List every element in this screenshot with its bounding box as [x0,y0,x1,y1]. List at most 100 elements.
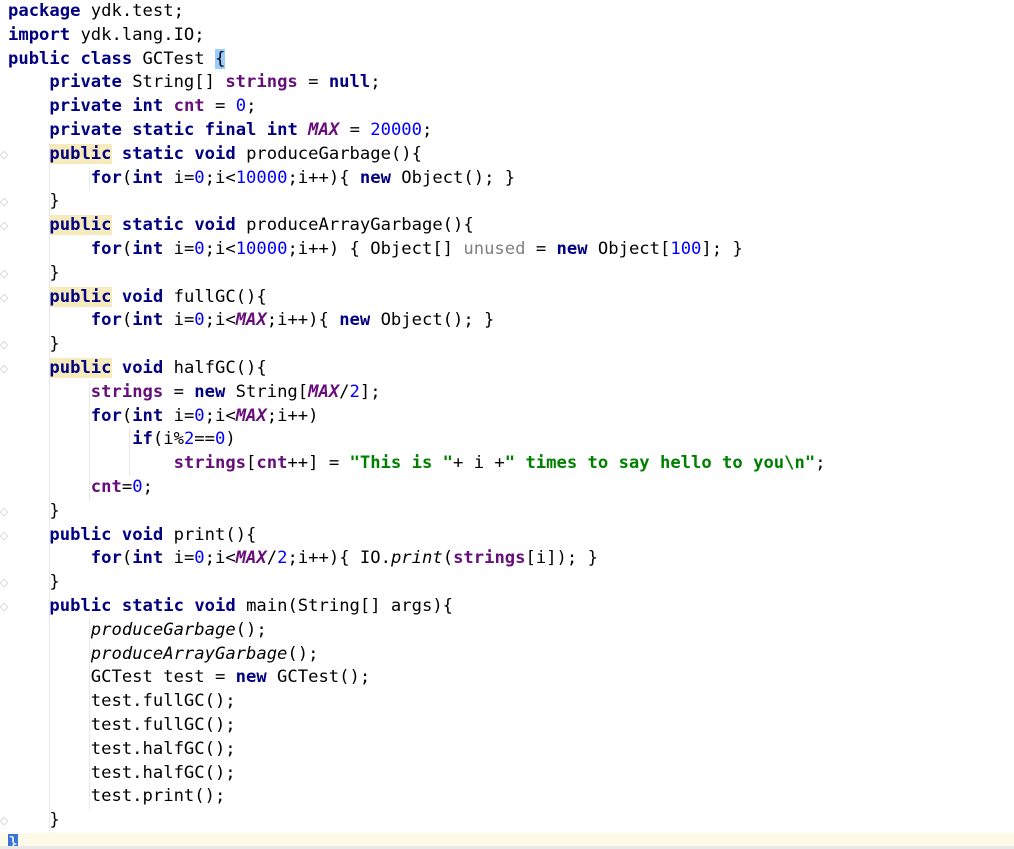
code-line[interactable]: } [0,809,1014,833]
code-token: ;i< [204,239,236,259]
code-token: new [194,381,226,402]
code-line[interactable]: test.halfGC(); [0,762,1014,786]
code-line[interactable]: public static void produceGarbage(){ [0,143,1014,167]
code-token: [i]); } [525,548,598,569]
code-line[interactable]: cnt=0; [0,476,1014,500]
code-token: i= [163,548,195,569]
code-line[interactable]: public void halfGC(){ [0,357,1014,381]
code-line[interactable]: if(i%2==0) [0,428,1014,452]
code-line[interactable]: } [0,333,1014,357]
code-token: static [121,143,184,164]
code-line[interactable]: public void print(){ [0,524,1014,548]
code-token: strings [225,72,298,93]
code-token: / [266,548,278,569]
code-token: String[ [225,381,309,402]
code-line[interactable]: produceGarbage(); [0,619,1014,643]
code-token: public [49,596,112,616]
code-token: MAX [308,381,340,402]
code-token: "This is " [349,453,453,474]
code-line[interactable]: } [0,571,1014,595]
code-token: test.fullGC(); [8,715,236,735]
code-line[interactable]: public static void main(String[] args){ [0,595,1014,619]
code-token: ydk.lang.IO; [70,24,205,45]
code-token: strings [173,453,247,474]
code-token: static [121,596,184,616]
code-token: 0 [194,167,205,188]
code-token: GCTest test = [8,667,236,688]
code-token: produceArrayGarbage [90,643,288,664]
code-line[interactable]: for(int i=0;i<MAX;i++) [0,405,1014,429]
code-token: ( [121,239,133,259]
code-token: ( [121,548,133,569]
code-line[interactable]: private static final int MAX = 20000; [0,119,1014,143]
code-token: } [8,810,60,831]
code-token: ( [121,310,133,331]
code-line[interactable]: strings[cnt++] = "This is "+ i +" times … [0,452,1014,476]
code-token: ++] = [287,453,350,474]
code-token: = [121,477,133,497]
code-token: = [525,239,557,259]
code-line[interactable]: for(int i=0;i<MAX;i++){ new Object(); } [0,309,1014,333]
code-line[interactable]: for(int i=0;i<10000;i++) { Object[] unus… [0,238,1014,262]
code-token: public [49,524,112,545]
indent-guide [49,142,50,833]
code-token: public [49,215,112,236]
code-token: static [121,215,184,236]
code-token: for [90,405,122,426]
code-line[interactable]: test.fullGC(); [0,714,1014,738]
code-line[interactable]: } [0,190,1014,214]
code-line[interactable]: import ydk.lang.IO; [0,24,1014,48]
code-line[interactable]: produceArrayGarbage(); [0,643,1014,667]
code-token: package [8,1,81,21]
code-token: void [121,358,164,378]
code-line[interactable]: strings = new String[MAX/2]; [0,381,1014,405]
code-token: int [132,167,164,188]
code-line[interactable]: test.print(); [0,785,1014,809]
code-line[interactable]: private int cnt = 0; [0,95,1014,119]
code-line[interactable]: GCTest test = new GCTest(); [0,666,1014,690]
code-editor[interactable]: ◇ ◇ ◇ ◇ ◇ ◇ ◇ ◇ ◇ ◇ ◇ ◇ package ydk.test; import ydk… [0,0,1014,849]
code-line[interactable]: public class GCTest { [0,48,1014,72]
code-token: = [204,96,236,117]
code-token: private [49,120,122,140]
code-token: (); [287,643,319,664]
code-token: 0 [235,96,247,117]
code-line[interactable]: private String[] strings = null; [0,71,1014,95]
code-token: ydk.test; [80,1,184,21]
code-token: test.halfGC(); [8,762,236,783]
code-token: MAX [235,405,267,426]
code-line[interactable]: package ydk.test; [0,0,1014,24]
code-line[interactable]: } [0,500,1014,524]
code-line[interactable]: test.fullGC(); [0,690,1014,714]
code-token: ;i< [204,310,236,331]
code-token: private [49,96,122,117]
code-line[interactable]: public static void produceArrayGarbage()… [0,214,1014,238]
code-token: int [266,120,298,140]
code-token: test.print(); [8,786,226,807]
code-line[interactable]: public void fullGC(){ [0,286,1014,310]
code-line[interactable]: for(int i=0;i<10000;i++){ new Object(); … [0,167,1014,191]
code-token: void [121,524,164,545]
code-token: } [8,334,60,355]
code-token: 2 [349,381,360,402]
code-token: print(){ [163,524,257,545]
code-line[interactable]: for(int i=0;i<MAX/2;i++){ IO.print(strin… [0,547,1014,571]
code-token: = [297,72,329,93]
code-token: 2 [277,548,288,569]
code-token: i= [163,167,195,188]
code-token: test.halfGC(); [8,738,236,759]
code-token: strings [453,548,526,569]
code-line[interactable]: } [0,262,1014,286]
code-token: ]; [359,381,381,402]
code-line[interactable]: test.halfGC(); [0,738,1014,762]
code-token: ; [422,120,433,140]
code-token: class [80,48,133,69]
